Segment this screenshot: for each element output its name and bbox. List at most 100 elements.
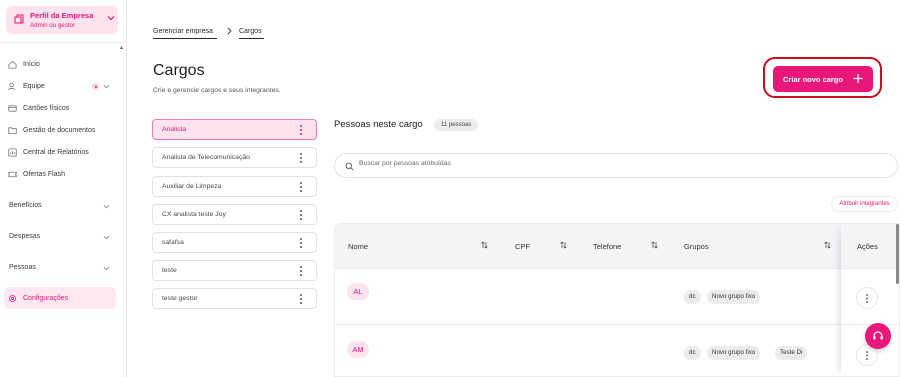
chevron-down-icon[interactable] xyxy=(103,203,110,210)
people-heading: Pessoas neste cargo xyxy=(334,119,423,130)
role-label: CX analista teste Joy xyxy=(162,211,226,218)
sidebar-item-equipe[interactable]: Equipe xyxy=(8,79,45,93)
page-title: Cargos xyxy=(153,62,205,79)
group-tag: dc xyxy=(684,290,701,304)
sidebar-item-configuracoes[interactable]: Configurações xyxy=(4,287,116,309)
search-icon xyxy=(345,162,354,171)
kebab-menu-icon[interactable] xyxy=(298,293,304,305)
sidebar-item-inicio[interactable]: Início xyxy=(8,57,40,71)
gear-icon xyxy=(9,294,16,302)
kebab-menu-icon xyxy=(866,294,868,303)
scroll-up-arrow[interactable]: ▲ xyxy=(119,45,124,51)
create-role-button[interactable]: Criar novo cargo xyxy=(773,66,873,92)
section-despesas[interactable]: Despesas xyxy=(9,233,40,240)
kebab-menu-icon[interactable] xyxy=(298,265,304,277)
plus-icon xyxy=(853,74,863,83)
role-item[interactable]: teste xyxy=(152,260,317,281)
kebab-menu-icon[interactable] xyxy=(298,152,304,164)
breadcrumb-current: Cargos xyxy=(239,28,262,35)
kebab-menu-icon xyxy=(866,351,868,360)
group-tag: dc xyxy=(684,346,701,360)
notification-dot xyxy=(92,83,99,90)
kebab-menu-icon[interactable] xyxy=(298,124,304,136)
column-header-cpf[interactable]: CPF xyxy=(515,242,530,251)
role-item[interactable]: Analista xyxy=(152,119,317,140)
people-table: Nome CPF Telefone Grupos Ações AL dc Nov… xyxy=(334,223,900,377)
sidebar-item-label: Gestão de documentos xyxy=(23,126,96,134)
role-label: safafsa xyxy=(162,239,184,246)
sidebar: Perfil da Empresa Admin ou gestor ▲ Iníc… xyxy=(0,0,127,377)
home-icon xyxy=(8,60,17,69)
company-profile-selector[interactable]: Perfil da Empresa Admin ou gestor xyxy=(6,6,118,34)
users-icon xyxy=(8,82,15,90)
sidebar-item-label: Início xyxy=(23,60,40,68)
report-icon xyxy=(8,147,17,157)
chevron-right-icon xyxy=(227,27,232,35)
breadcrumb-underline xyxy=(153,38,217,39)
sidebar-item-label: Ofertas Flash xyxy=(23,170,66,178)
role-label: Analista xyxy=(162,126,187,133)
role-label: teste gestor xyxy=(162,295,198,302)
breadcrumb-underline xyxy=(239,38,264,39)
help-button[interactable] xyxy=(865,323,891,349)
role-label: Auxiliar de Limpeza xyxy=(162,183,222,190)
avatar: AM xyxy=(347,341,369,358)
table-header: Nome CPF Telefone Grupos Ações xyxy=(335,224,899,269)
page-subtitle: Crie e gerencie cargos e seus integrante… xyxy=(153,87,281,94)
row-actions-button[interactable] xyxy=(856,287,878,309)
people-search[interactable] xyxy=(334,153,898,178)
scrollbar[interactable] xyxy=(896,224,899,284)
sidebar-divider xyxy=(0,42,127,43)
building-icon xyxy=(14,14,24,24)
table-row[interactable]: AM dc Novo grupo fixo Teste Di xyxy=(335,325,899,376)
breadcrumb-parent[interactable]: Gerenciar empresa xyxy=(153,28,213,35)
role-label: teste xyxy=(162,267,177,274)
role-item[interactable]: safafsa xyxy=(152,232,317,253)
group-tag: Novo grupo fixo xyxy=(707,290,761,304)
folder-icon xyxy=(8,126,17,134)
assign-members-button[interactable]: Atribuir integrantes xyxy=(831,196,898,212)
ticket-icon xyxy=(8,171,17,177)
sidebar-item-label: Cartões físicos xyxy=(23,104,70,112)
sidebar-item-documentos[interactable]: Gestão de documentos xyxy=(8,123,95,137)
sort-icon[interactable] xyxy=(481,241,488,249)
sort-icon[interactable] xyxy=(560,241,567,249)
create-role-label: Criar novo cargo xyxy=(783,74,844,84)
column-header-telefone[interactable]: Telefone xyxy=(593,242,621,251)
group-tag: Teste Di xyxy=(775,346,808,360)
profile-subtitle: Admin ou gestor xyxy=(30,22,76,29)
kebab-menu-icon[interactable] xyxy=(298,237,304,249)
role-label: Analista de Telecomunicação xyxy=(162,154,250,161)
section-beneficios[interactable]: Benefícios xyxy=(9,202,42,209)
sidebar-item-label: Central de Relatórios xyxy=(23,148,89,156)
avatar: AL xyxy=(347,283,369,300)
sidebar-item-ofertas[interactable]: Ofertas Flash xyxy=(8,167,65,181)
chevron-down-icon[interactable] xyxy=(103,83,110,90)
sort-icon[interactable] xyxy=(651,241,658,249)
sidebar-item-label: Configurações xyxy=(23,294,69,302)
chevron-down-icon xyxy=(107,16,115,21)
role-item[interactable]: Analista de Telecomunicação xyxy=(152,147,317,168)
people-count-badge: 11 pessoas xyxy=(434,119,479,131)
kebab-menu-icon[interactable] xyxy=(298,209,304,221)
sort-icon[interactable] xyxy=(824,241,831,249)
sidebar-item-label: Equipe xyxy=(23,82,45,90)
profile-title: Perfil da Empresa xyxy=(30,11,94,20)
column-header-grupos[interactable]: Grupos xyxy=(684,242,709,251)
group-tag: Novo grupo fixo xyxy=(707,346,761,360)
column-header-nome[interactable]: Nome xyxy=(348,242,368,251)
table-row[interactable]: AL dc Novo grupo fixo xyxy=(335,269,899,325)
role-item[interactable]: CX analista teste Joy xyxy=(152,204,317,225)
role-item[interactable]: Auxiliar de Limpeza xyxy=(152,176,317,197)
search-input[interactable] xyxy=(359,160,759,167)
sidebar-item-cartoes[interactable]: Cartões físicos xyxy=(8,101,69,115)
chevron-down-icon[interactable] xyxy=(103,234,110,241)
chevron-down-icon[interactable] xyxy=(103,265,110,272)
kebab-menu-icon[interactable] xyxy=(298,181,304,193)
card-icon xyxy=(8,104,17,112)
column-header-acoes: Ações xyxy=(857,242,878,251)
headset-icon xyxy=(873,331,883,340)
role-item[interactable]: teste gestor xyxy=(152,288,317,309)
sidebar-item-relatorios[interactable]: Central de Relatórios xyxy=(8,145,89,159)
section-pessoas[interactable]: Pessoas xyxy=(9,264,36,271)
